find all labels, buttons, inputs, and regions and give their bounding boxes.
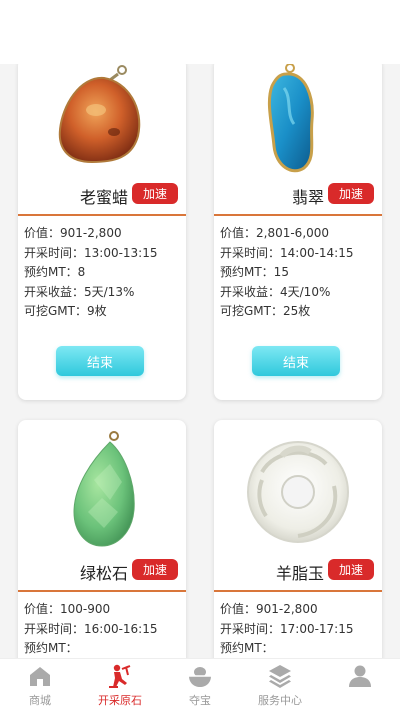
product-name: 羊脂玉 [275,564,324,583]
product-info: 价值：2,801-6,000 开采时间：14:00-14:15 预约MT：15 … [214,224,382,322]
tab-mining[interactable]: 开采原石 [80,659,160,710]
price-text: 价值：901-2,800 [24,226,122,240]
reserve-text: 预约MT： [24,641,78,655]
tab-label: 夺宝 [189,694,211,707]
product-name: 老蜜蜡 [79,188,128,207]
tab-treasure[interactable]: 夺宝 [160,659,240,710]
divider [214,214,382,216]
price-text: 价值：901-2,800 [220,602,318,616]
user-icon [349,665,371,687]
speed-up-button[interactable]: 加速 [132,183,178,204]
gmt-text: 可挖GMT：9枚 [24,304,107,318]
mining-time-text: 开采时间：17:00-17:15 [220,621,354,636]
product-card[interactable]: 羊脂玉 加速 价值：901-2,800 开采时间：17:00-17:15 预约M… [214,420,382,658]
mining-time-text: 开采时间：16:00-16:15 [24,621,158,636]
divider [18,590,186,592]
speed-up-button[interactable]: 加速 [328,183,374,204]
bottom-tab-bar: 商城 开采原石 夺宝 服务中心 [0,658,400,710]
mining-time-text: 开采时间：13:00-13:15 [24,245,158,260]
product-card[interactable]: 绿松石 加速 价值：100-900 开采时间：16:00-16:15 预约MT： [18,420,186,658]
price-text: 价值：2,801-6,000 [220,226,330,240]
tab-label: 开采原石 [98,694,142,707]
product-info: 价值：901-2,800 开采时间：13:00-13:15 预约MT：8 开采收… [18,224,186,322]
product-name: 翡翠 [291,188,324,207]
home-icon [30,667,50,686]
tab-mall[interactable]: 商城 [0,659,80,710]
product-image [214,64,382,180]
income-text: 开采收益：5天/13% [24,284,135,299]
product-grid[interactable]: 老蜜蜡 加速 价值：901-2,800 开采时间：13:00-13:15 预约M… [0,64,400,658]
product-name: 绿松石 [79,564,128,583]
product-info: 价值：901-2,800 开采时间：17:00-17:15 预约MT： [214,600,382,658]
tab-service-center[interactable]: 服务中心 [240,659,320,710]
gmt-text: 可挖GMT：25枚 [220,304,311,318]
speed-up-button[interactable]: 加速 [328,559,374,580]
layers-icon [269,665,291,688]
reserve-text: 预约MT： [220,641,274,655]
product-image [18,420,186,556]
end-button[interactable]: 结束 [56,346,144,376]
tab-profile[interactable] [320,659,400,710]
product-image [18,64,186,180]
treasure-bowl-icon [189,667,211,687]
miner-icon [109,664,131,688]
divider [18,214,186,216]
reserve-text: 预约MT：8 [24,265,86,279]
divider [214,590,382,592]
product-info: 价值：100-900 开采时间：16:00-16:15 预约MT： [18,600,186,658]
product-card[interactable]: 老蜜蜡 加速 价值：901-2,800 开采时间：13:00-13:15 预约M… [18,64,186,400]
product-image [214,420,382,556]
tab-label: 商城 [29,694,51,707]
product-card[interactable]: 翡翠 加速 价值：2,801-6,000 开采时间：14:00-14:15 预约… [214,64,382,400]
mining-time-text: 开采时间：14:00-14:15 [220,245,354,260]
top-bar [0,0,400,64]
speed-up-button[interactable]: 加速 [132,559,178,580]
tab-label: 服务中心 [258,694,302,707]
end-button[interactable]: 结束 [252,346,340,376]
income-text: 开采收益：4天/10% [220,284,331,299]
reserve-text: 预约MT：15 [220,265,289,279]
price-text: 价值：100-900 [24,602,111,616]
